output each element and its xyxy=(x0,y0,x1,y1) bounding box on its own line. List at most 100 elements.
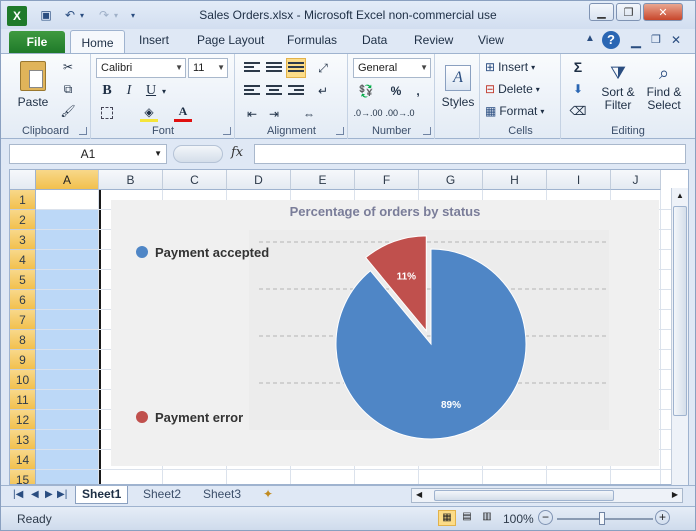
workbook-restore-icon[interactable]: ❐ xyxy=(651,33,661,46)
align-left-icon[interactable] xyxy=(242,81,262,101)
last-sheet-icon[interactable]: ▶| xyxy=(57,489,67,500)
font-size-combo[interactable]: 11 ▼ xyxy=(188,58,228,78)
next-sheet-icon[interactable]: ▶ xyxy=(45,489,53,500)
close-button[interactable]: ✕ xyxy=(643,3,683,21)
row-header-2[interactable]: 2 xyxy=(10,210,36,230)
minimize-ribbon-icon[interactable]: ▲ xyxy=(585,33,595,44)
wrap-text-icon[interactable]: ↵ xyxy=(312,81,334,101)
sheet-tab-sheet3[interactable]: Sheet3 xyxy=(197,486,247,504)
percent-button[interactable]: % xyxy=(387,82,405,100)
zoom-slider-thumb[interactable] xyxy=(599,512,605,525)
merge-center-icon[interactable]: ⇔ xyxy=(296,104,322,124)
copy-icon[interactable]: ⧉ xyxy=(59,80,77,98)
underline-dropdown-icon[interactable]: ▾ xyxy=(160,82,168,100)
comma-button[interactable]: , xyxy=(411,82,425,100)
page-layout-view-icon[interactable]: ▤ xyxy=(458,510,476,526)
vertical-scrollbar[interactable]: ▲ xyxy=(671,188,688,485)
column-header-g[interactable]: G xyxy=(419,170,483,190)
increase-indent-icon[interactable]: ⇥ xyxy=(264,104,284,124)
row-header-1[interactable]: 1 xyxy=(10,190,36,210)
bold-button[interactable]: B xyxy=(98,82,116,100)
number-launcher-icon[interactable] xyxy=(423,127,431,135)
italic-button[interactable]: I xyxy=(120,82,138,100)
tab-insert[interactable]: Insert xyxy=(139,33,169,53)
maximize-button[interactable]: ❐ xyxy=(616,3,641,21)
normal-view-icon[interactable]: ▦ xyxy=(438,510,456,526)
insert-function-button[interactable]: fx xyxy=(231,145,243,160)
page-break-view-icon[interactable]: ▥ xyxy=(478,510,496,526)
workbook-minimize-icon[interactable]: ▁ xyxy=(631,33,641,49)
column-header-d[interactable]: D xyxy=(227,170,291,190)
workbook-close-icon[interactable]: ✕ xyxy=(671,33,681,47)
increase-decimal-icon[interactable]: .0→.00 xyxy=(353,104,382,122)
row-header-10[interactable]: 10 xyxy=(10,370,36,390)
fill-color-icon[interactable]: ◈ xyxy=(140,104,158,122)
underline-button[interactable]: U xyxy=(142,82,160,100)
fill-icon[interactable]: ⬇ xyxy=(566,80,590,98)
vertical-scroll-thumb[interactable] xyxy=(673,206,687,416)
tab-page-layout[interactable]: Page Layout xyxy=(197,33,264,53)
align-middle-icon[interactable] xyxy=(264,58,284,78)
horizontal-scrollbar[interactable]: ◀ ▶ xyxy=(411,488,683,503)
pie-chart[interactable]: Percentage of orders by status 89% 11% Pa… xyxy=(111,200,659,466)
insert-cells-button[interactable]: ⊞ Insert ▾ xyxy=(485,58,557,76)
zoom-out-icon[interactable]: − xyxy=(538,510,553,525)
sheet-tab-sheet1[interactable]: Sheet1 xyxy=(75,486,129,504)
align-right-icon[interactable] xyxy=(286,81,306,101)
column-header-f[interactable]: F xyxy=(355,170,419,190)
clipboard-launcher-icon[interactable] xyxy=(79,127,87,135)
insert-sheet-icon[interactable]: ✦ xyxy=(257,486,279,504)
tab-view[interactable]: View xyxy=(478,33,504,53)
pie-slice-payment-accepted[interactable] xyxy=(335,248,527,440)
name-box[interactable]: A1 ▼ xyxy=(9,144,167,164)
styles-button[interactable]: A Styles xyxy=(440,58,476,116)
help-icon[interactable]: ? xyxy=(602,31,620,49)
tab-review[interactable]: Review xyxy=(414,33,453,53)
row-header-12[interactable]: 12 xyxy=(10,410,36,430)
column-header-i[interactable]: I xyxy=(547,170,611,190)
align-top-icon[interactable] xyxy=(242,58,262,78)
zoom-slider[interactable] xyxy=(557,512,653,525)
column-header-a[interactable]: A xyxy=(36,170,99,190)
cut-icon[interactable]: ✂ xyxy=(59,58,77,76)
zoom-level[interactable]: 100% xyxy=(503,512,534,526)
format-painter-icon[interactable]: 🖌 xyxy=(59,102,77,120)
row-header-7[interactable]: 7 xyxy=(10,310,36,330)
sheet-tab-sheet2[interactable]: Sheet2 xyxy=(137,486,187,504)
scroll-left-icon[interactable]: ◀ xyxy=(416,490,422,499)
decrease-decimal-icon[interactable]: .00→.0 xyxy=(385,104,414,122)
currency-icon[interactable]: 💱 xyxy=(355,82,377,100)
column-header-e[interactable]: E xyxy=(291,170,355,190)
find-select-button[interactable]: ⌕ Find & Select xyxy=(640,58,688,120)
row-header-8[interactable]: 8 xyxy=(10,330,36,350)
row-header-9[interactable]: 9 xyxy=(10,350,36,370)
alignment-launcher-icon[interactable] xyxy=(336,127,344,135)
autosum-icon[interactable]: Σ xyxy=(566,58,590,76)
paste-button[interactable]: Paste xyxy=(13,58,53,112)
formula-input[interactable] xyxy=(254,144,686,164)
column-header-b[interactable]: B xyxy=(99,170,163,190)
sort-filter-button[interactable]: ⧩ Sort & Filter xyxy=(598,58,638,120)
row-header-3[interactable]: 3 xyxy=(10,230,36,250)
scroll-right-icon[interactable]: ▶ xyxy=(672,490,678,499)
font-name-combo[interactable]: Calibri ▼ xyxy=(96,58,186,78)
clear-icon[interactable]: ⌫ xyxy=(566,102,590,120)
prev-sheet-icon[interactable]: ◀ xyxy=(31,489,39,500)
tab-file[interactable]: File xyxy=(9,31,65,53)
column-header-h[interactable]: H xyxy=(483,170,547,190)
worksheet-grid[interactable]: Percentage of orders by status 89% 11% Pa… xyxy=(9,169,689,485)
minimize-button[interactable]: ▁ xyxy=(589,3,614,21)
row-header-14[interactable]: 14 xyxy=(10,450,36,470)
first-sheet-icon[interactable]: |◀ xyxy=(13,489,23,500)
row-header-5[interactable]: 5 xyxy=(10,270,36,290)
font-launcher-icon[interactable] xyxy=(223,127,231,135)
row-header-11[interactable]: 11 xyxy=(10,390,36,410)
active-cell-a1[interactable] xyxy=(36,190,99,210)
delete-cells-button[interactable]: ⊟ Delete ▾ xyxy=(485,80,557,98)
decrease-indent-icon[interactable]: ⇤ xyxy=(242,104,262,124)
font-color-icon[interactable]: A xyxy=(174,104,192,122)
horizontal-scroll-thumb[interactable] xyxy=(434,490,614,501)
column-header-j[interactable]: J xyxy=(611,170,661,190)
format-cells-button[interactable]: ▦ Format ▾ xyxy=(485,102,557,120)
zoom-in-icon[interactable]: + xyxy=(655,510,670,525)
